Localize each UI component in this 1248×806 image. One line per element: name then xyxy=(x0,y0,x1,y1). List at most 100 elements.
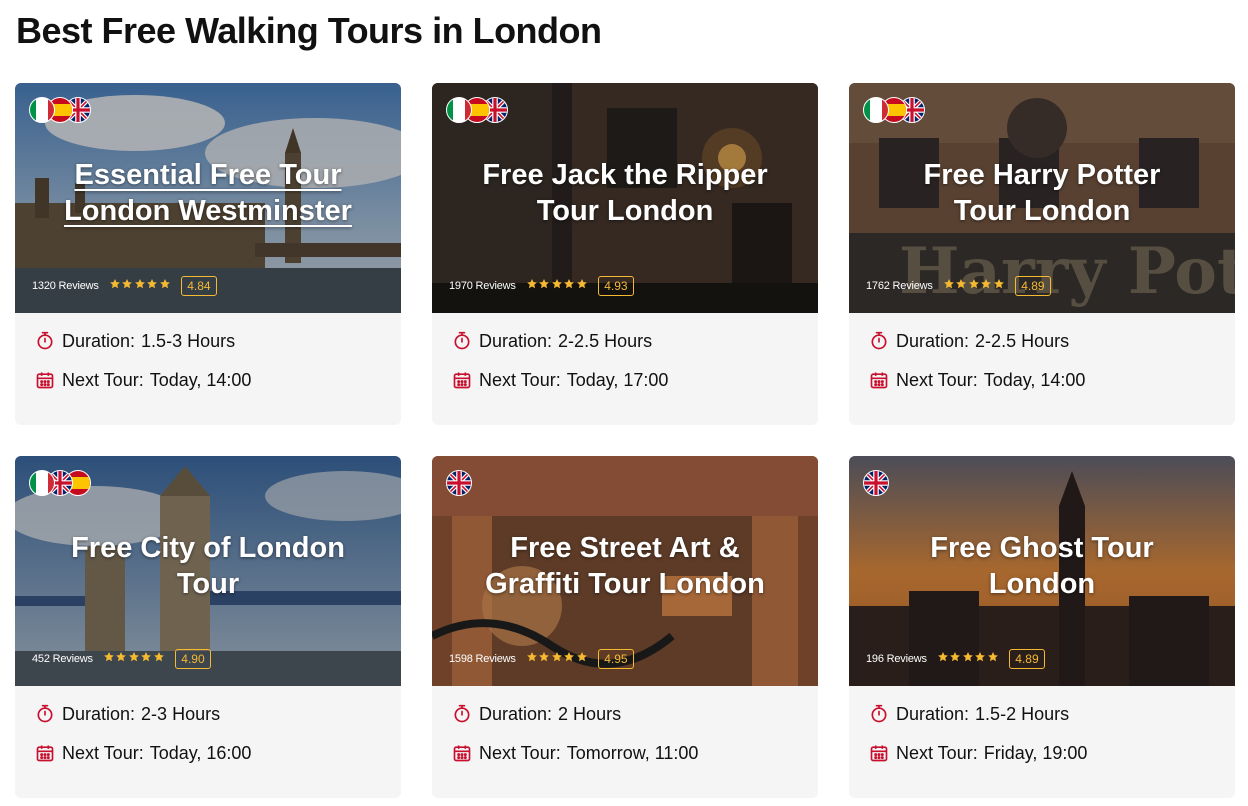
tour-image[interactable]: Free Jack the Ripper Tour London 1970 Re… xyxy=(432,83,818,313)
next-tour-row: Next Tour: Tomorrow, 11:00 xyxy=(452,743,800,763)
duration-row: Duration: 1.5-2 Hours xyxy=(869,704,1217,724)
tour-image[interactable]: Free Street Art & Graffiti Tour London 1… xyxy=(432,456,818,686)
tour-card[interactable]: Free Jack the Ripper Tour London 1970 Re… xyxy=(432,83,818,425)
next-tour-label: Next Tour: xyxy=(896,369,978,390)
tour-card[interactable]: Harry Potter Free Harry Potter Tour Lond… xyxy=(849,83,1235,425)
duration-label: Duration: xyxy=(896,330,970,351)
next-tour-label: Next Tour: xyxy=(62,742,144,763)
next-tour-value: Today, 16:00 xyxy=(149,742,252,763)
tour-title-link[interactable]: Free Ghost Tour London xyxy=(889,456,1195,616)
duration-label: Duration: xyxy=(62,330,136,351)
review-count: 1970 Reviews xyxy=(449,280,516,292)
tour-title-link[interactable]: Free City of London Tour xyxy=(55,456,361,616)
star-icon xyxy=(551,277,564,295)
rating-badge: 4.95 xyxy=(598,649,634,669)
rating-badge: 4.89 xyxy=(1009,649,1045,669)
next-tour-label: Next Tour: xyxy=(62,369,144,390)
calendar-icon xyxy=(35,743,55,763)
tour-title-link[interactable]: Free Street Art & Graffiti Tour London xyxy=(472,456,778,616)
star-icon xyxy=(128,650,141,668)
next-tour-value: Today, 14:00 xyxy=(983,369,1086,390)
star-icon xyxy=(526,650,539,668)
star-rating xyxy=(937,650,1000,668)
duration-label: Duration: xyxy=(479,330,553,351)
italy-flag-icon xyxy=(29,97,55,123)
timer-icon xyxy=(452,331,472,351)
star-icon xyxy=(121,277,134,295)
tour-card[interactable]: Free Ghost Tour London 196 Reviews 4.89 … xyxy=(849,456,1235,798)
star-icon xyxy=(159,277,172,295)
next-tour-value: Friday, 19:00 xyxy=(983,742,1088,763)
rating-row: 1762 Reviews 4.89 xyxy=(866,276,1051,296)
rating-badge: 4.84 xyxy=(181,276,217,296)
tour-card[interactable]: Essential Free Tour London Westminster 1… xyxy=(15,83,401,425)
tour-image[interactable]: Essential Free Tour London Westminster 1… xyxy=(15,83,401,313)
star-rating xyxy=(526,650,589,668)
next-tour-row: Next Tour: Today, 14:00 xyxy=(35,370,383,390)
star-icon xyxy=(576,650,589,668)
duration-row: Duration: 2 Hours xyxy=(452,704,800,724)
italy-flag-icon xyxy=(446,97,472,123)
language-flags xyxy=(863,470,889,496)
tour-info: Duration: 1.5-3 Hours Next Tour: Today, 14… xyxy=(15,313,401,409)
tour-card[interactable]: Free Street Art & Graffiti Tour London 1… xyxy=(432,456,818,798)
tour-info: Duration: 2-2.5 Hours Next Tour: Today, 17… xyxy=(432,313,818,409)
rating-row: 1320 Reviews 4.84 xyxy=(32,276,217,296)
timer-icon xyxy=(869,331,889,351)
star-icon xyxy=(949,650,962,668)
star-icon xyxy=(563,277,576,295)
language-flags xyxy=(446,470,472,496)
tour-image[interactable]: Free City of London Tour 452 Reviews 4.9… xyxy=(15,456,401,686)
uk-flag-icon xyxy=(446,470,472,496)
timer-icon xyxy=(869,704,889,724)
timer-icon xyxy=(35,704,55,724)
next-tour-row: Next Tour: Today, 17:00 xyxy=(452,370,800,390)
star-rating xyxy=(526,277,589,295)
language-flags xyxy=(29,470,91,496)
star-icon xyxy=(943,277,956,295)
tour-info: Duration: 2-2.5 Hours Next Tour: Today, 14… xyxy=(849,313,1235,409)
next-tour-label: Next Tour: xyxy=(896,742,978,763)
rating-badge: 4.93 xyxy=(598,276,634,296)
duration-row: Duration: 2-2.5 Hours xyxy=(452,331,800,351)
uk-flag-icon xyxy=(863,470,889,496)
star-icon xyxy=(962,650,975,668)
star-icon xyxy=(576,277,589,295)
calendar-icon xyxy=(452,370,472,390)
tour-card[interactable]: Free City of London Tour 452 Reviews 4.9… xyxy=(15,456,401,798)
star-rating xyxy=(109,277,172,295)
calendar-icon xyxy=(869,743,889,763)
tour-image[interactable]: Harry Potter Free Harry Potter Tour Lond… xyxy=(849,83,1235,313)
star-icon xyxy=(140,650,153,668)
star-icon xyxy=(974,650,987,668)
italy-flag-icon xyxy=(863,97,889,123)
star-icon xyxy=(146,277,159,295)
next-tour-row: Next Tour: Today, 16:00 xyxy=(35,743,383,763)
duration-value: 1.5-2 Hours xyxy=(975,703,1070,724)
star-icon xyxy=(987,650,1000,668)
review-count: 1598 Reviews xyxy=(449,653,516,665)
next-tour-label: Next Tour: xyxy=(479,369,561,390)
star-rating xyxy=(943,277,1006,295)
star-icon xyxy=(968,277,981,295)
duration-value: 2-3 Hours xyxy=(141,703,221,724)
timer-icon xyxy=(35,331,55,351)
tour-title-link[interactable]: Essential Free Tour London Westminster xyxy=(55,83,361,243)
star-icon xyxy=(103,650,116,668)
rating-badge: 4.90 xyxy=(175,649,211,669)
duration-row: Duration: 1.5-3 Hours xyxy=(35,331,383,351)
tour-image[interactable]: Free Ghost Tour London 196 Reviews 4.89 xyxy=(849,456,1235,686)
duration-value: 2-2.5 Hours xyxy=(975,330,1070,351)
tour-title-link[interactable]: Free Harry Potter Tour London xyxy=(889,83,1195,243)
tour-title-link[interactable]: Free Jack the Ripper Tour London xyxy=(472,83,778,243)
rating-row: 196 Reviews 4.89 xyxy=(866,649,1045,669)
rating-row: 1598 Reviews 4.95 xyxy=(449,649,634,669)
star-icon xyxy=(153,650,166,668)
duration-label: Duration: xyxy=(479,703,553,724)
star-icon xyxy=(526,277,539,295)
next-tour-value: Today, 17:00 xyxy=(566,369,669,390)
duration-row: Duration: 2-2.5 Hours xyxy=(869,331,1217,351)
duration-label: Duration: xyxy=(896,703,970,724)
star-icon xyxy=(134,277,147,295)
next-tour-label: Next Tour: xyxy=(479,742,561,763)
